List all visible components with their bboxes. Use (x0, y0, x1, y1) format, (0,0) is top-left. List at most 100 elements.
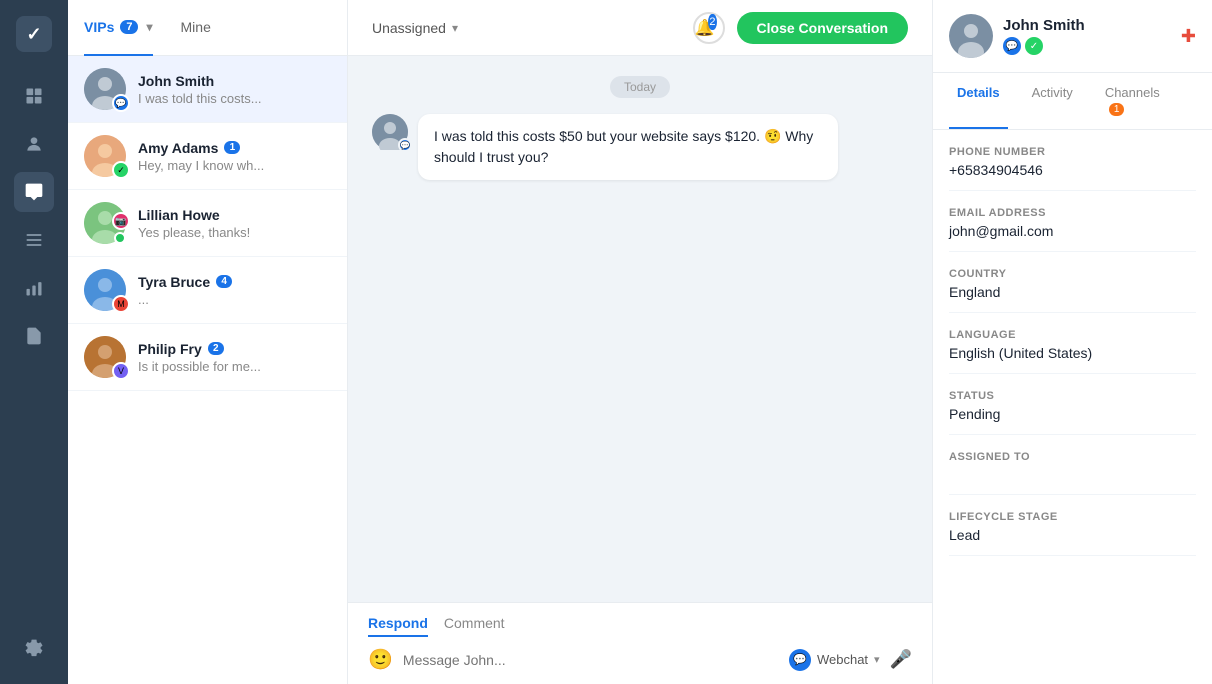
app-logo[interactable]: ✓ (16, 16, 52, 52)
date-divider: Today (610, 76, 670, 98)
contact-channel-chat: 💬 (1003, 37, 1021, 55)
conv-name: Tyra Bruce (138, 274, 210, 290)
list-item[interactable]: 📷 Lillian Howe Yes please, thanks! (68, 190, 347, 257)
detail-label: Assigned To (949, 451, 1196, 463)
detail-label: Language (949, 329, 1196, 341)
tab-channels[interactable]: Channels 1 (1097, 73, 1180, 129)
tab-activity[interactable]: Activity (1024, 73, 1081, 129)
chevron-down-icon: ▾ (452, 21, 458, 35)
assign-button[interactable]: Unassigned ▾ (372, 20, 458, 36)
chat-compose: Respond Comment 🙂 💬 Webchat ▾ 🎤 (348, 602, 932, 684)
detail-label: Phone Number (949, 146, 1196, 158)
conv-name-row: John Smith (138, 73, 331, 89)
detail-value: +65834904546 (949, 162, 1196, 191)
assign-wrap: Unassigned ▾ (372, 20, 458, 36)
channel-badge-instagram: 📷 (112, 212, 130, 230)
conv-list-header: VIPs 7 ▾ Mine (68, 0, 347, 56)
avatar-wrap-amy: ✓ (84, 135, 126, 177)
message-avatar: 💬 (372, 114, 408, 150)
tab-vips[interactable]: VIPs 7 ▾ (84, 0, 153, 56)
close-conversation-button[interactable]: Close Conversation (737, 12, 908, 44)
sidebar-item-dashboard[interactable] (14, 76, 54, 116)
channel-label: Webchat (817, 652, 868, 667)
tab-vips-label: VIPs (84, 19, 114, 35)
sidebar-item-documents[interactable] (14, 316, 54, 356)
avatar-wrap-tyra: M (84, 269, 126, 311)
compose-input-row: 🙂 💬 Webchat ▾ 🎤 (368, 647, 912, 672)
sidebar-bottom (14, 628, 54, 668)
conv-preview: I was told this costs... (138, 91, 298, 106)
conv-name: Lillian Howe (138, 207, 220, 223)
tab-respond[interactable]: Respond (368, 615, 428, 637)
conv-info-amy: Amy Adams 1 Hey, may I know wh... (138, 140, 331, 173)
sidebar-nav (14, 76, 54, 628)
mic-icon[interactable]: 🎤 (890, 649, 912, 670)
panel-content: Phone Number +65834904546 Email Address … (933, 130, 1212, 684)
conv-name-row: Lillian Howe (138, 207, 331, 223)
avatar-wrap-lillian: 📷 (84, 202, 126, 244)
chat-messages: Today 💬 I was told this costs $50 but yo… (348, 56, 932, 602)
channel-badge-whatsapp: ✓ (112, 161, 130, 179)
unread-badge: 2 (208, 342, 224, 355)
channel-badge-viber: V (112, 362, 130, 380)
conversation-items: 💬 John Smith I was told this costs... (68, 56, 347, 684)
chat-header: Unassigned ▾ 🔔 2 Close Conversation (348, 0, 932, 56)
contact-channel-whatsapp: ✓ (1025, 37, 1043, 55)
detail-value (949, 467, 1196, 495)
sidebar-item-settings[interactable] (14, 628, 54, 668)
detail-phone: Phone Number +65834904546 (949, 146, 1196, 191)
chat-area: Unassigned ▾ 🔔 2 Close Conversation Toda… (348, 0, 932, 684)
conv-name-row: Philip Fry 2 (138, 341, 331, 357)
webchat-channel-icon: 💬 (789, 649, 811, 671)
conv-preview: Yes please, thanks! (138, 225, 298, 240)
contact-channels: 💬 ✓ (1003, 37, 1085, 55)
tab-vips-badge: 7 (120, 20, 138, 34)
right-panel: John Smith 💬 ✓ ✚ Details Activity Channe… (932, 0, 1212, 684)
conv-name-row: Tyra Bruce 4 (138, 274, 331, 290)
detail-language: Language English (United States) (949, 329, 1196, 374)
message-input[interactable] (403, 652, 779, 668)
tab-comment[interactable]: Comment (444, 615, 505, 637)
alarm-icon[interactable]: 🔔 2 (693, 12, 725, 44)
conv-preview: ... (138, 292, 298, 307)
channel-chevron-icon: ▾ (874, 653, 880, 666)
list-item[interactable]: 💬 John Smith I was told this costs... (68, 56, 347, 123)
contact-info: John Smith 💬 ✓ (1003, 17, 1085, 55)
conv-info-tyra: Tyra Bruce 4 ... (138, 274, 331, 307)
conv-name: Philip Fry (138, 341, 202, 357)
avatar-wrap-philip: V (84, 336, 126, 378)
chevron-down-icon: ▾ (146, 20, 152, 34)
compose-tabs: Respond Comment (368, 615, 912, 637)
sidebar-item-list[interactable] (14, 220, 54, 260)
detail-value: England (949, 284, 1196, 313)
msg-channel-badge: 💬 (398, 138, 412, 152)
sidebar-item-analytics[interactable] (14, 268, 54, 308)
emoji-icon[interactable]: 🙂 (368, 647, 393, 672)
list-item[interactable]: ✓ Amy Adams 1 Hey, may I know wh... (68, 123, 347, 190)
contact-header: John Smith 💬 ✓ ✚ (933, 0, 1212, 73)
tab-mine-label: Mine (181, 19, 211, 35)
assign-label: Unassigned (372, 20, 446, 36)
detail-label: Lifecycle Stage (949, 511, 1196, 523)
list-item[interactable]: V Philip Fry 2 Is it possible for me... (68, 324, 347, 391)
conv-name-row: Amy Adams 1 (138, 140, 331, 156)
channels-badge: 1 (1109, 103, 1125, 116)
detail-value: Lead (949, 527, 1196, 556)
tab-details[interactable]: Details (949, 73, 1008, 129)
conv-info-philip: Philip Fry 2 Is it possible for me... (138, 341, 331, 374)
sidebar-item-contacts[interactable] (14, 124, 54, 164)
conv-info-john: John Smith I was told this costs... (138, 73, 331, 106)
add-contact-icon[interactable]: ✚ (1181, 26, 1196, 47)
detail-label: Country (949, 268, 1196, 280)
channel-selector[interactable]: 💬 Webchat ▾ (789, 649, 880, 671)
sidebar-item-conversations[interactable] (14, 172, 54, 212)
detail-value: Pending (949, 406, 1196, 435)
list-item[interactable]: M Tyra Bruce 4 ... (68, 257, 347, 324)
detail-label: Email Address (949, 207, 1196, 219)
alarm-count: 2 (708, 14, 716, 30)
tab-mine[interactable]: Mine (181, 0, 211, 56)
detail-assigned: Assigned To (949, 451, 1196, 495)
sidebar: ✓ (0, 0, 68, 684)
panel-tabs: Details Activity Channels 1 (933, 73, 1212, 130)
conv-name: John Smith (138, 73, 214, 89)
